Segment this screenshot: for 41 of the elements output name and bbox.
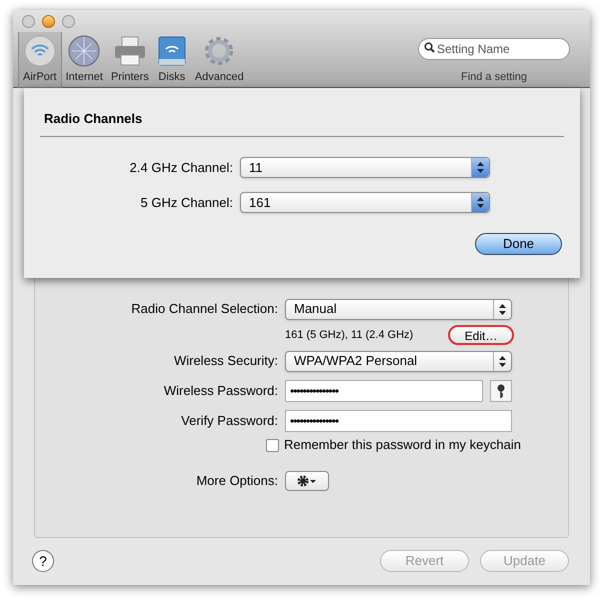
done-button[interactable]: Done [475,232,562,254]
stepper-icon [471,193,489,212]
help-button[interactable]: ? [32,550,54,572]
field-label: More Options: [196,472,278,490]
gear-icon [203,35,236,67]
edit-button[interactable]: Edit… [448,325,514,345]
printer-icon [112,35,147,67]
field-label: Wireless Password: [164,382,278,400]
more-options-button[interactable] [285,471,329,491]
gear-icon [297,475,317,487]
channel-selection-popup[interactable]: Manual [285,298,512,320]
channel-popup[interactable]: 161 [240,192,490,213]
toolbar-tab[interactable]: Printers [106,32,153,88]
stepper-icon [471,158,489,177]
zoom-icon[interactable] [62,15,75,28]
search-icon [424,42,435,53]
channel-note: 161 (5 GHz), 11 (2.4 GHz) [285,328,414,343]
globe-icon [68,35,100,67]
sheet-title: Radio Channels [44,110,144,128]
toolbar-tab[interactable]: Advanced [190,32,248,88]
toolbar-tab[interactable]: Disks [152,32,191,88]
key-icon [497,384,505,398]
close-icon[interactable] [22,15,35,28]
field-label: 2.4 GHz Channel: [130,158,233,177]
security-popup[interactable]: WPA/WPA2 Personal [285,350,512,372]
toolbar-tab[interactable]: AirPort [18,32,62,88]
search-caption: Find a setting [460,70,528,85]
channel-popup[interactable]: 11 [240,157,490,178]
field-label: Verify Password: [181,412,278,430]
field-label: Radio Channel Selection: [131,300,278,318]
toolbar-tab[interactable]: Internet [62,32,107,88]
password-field[interactable]: ••••••••••••••• [285,380,483,402]
field-label: Wireless Security: [174,352,278,370]
keychain-label: Remember this password in my keychain [284,436,521,454]
field-label: 5 GHz Channel: [140,194,233,212]
verify-password-field[interactable]: ••••••••••••••• [285,410,512,432]
wifi-icon [24,35,56,67]
keychain-checkbox[interactable] [266,438,279,452]
key-button[interactable] [490,380,512,402]
minimize-icon[interactable] [42,15,55,28]
search-field[interactable]: Setting Name [418,38,570,60]
